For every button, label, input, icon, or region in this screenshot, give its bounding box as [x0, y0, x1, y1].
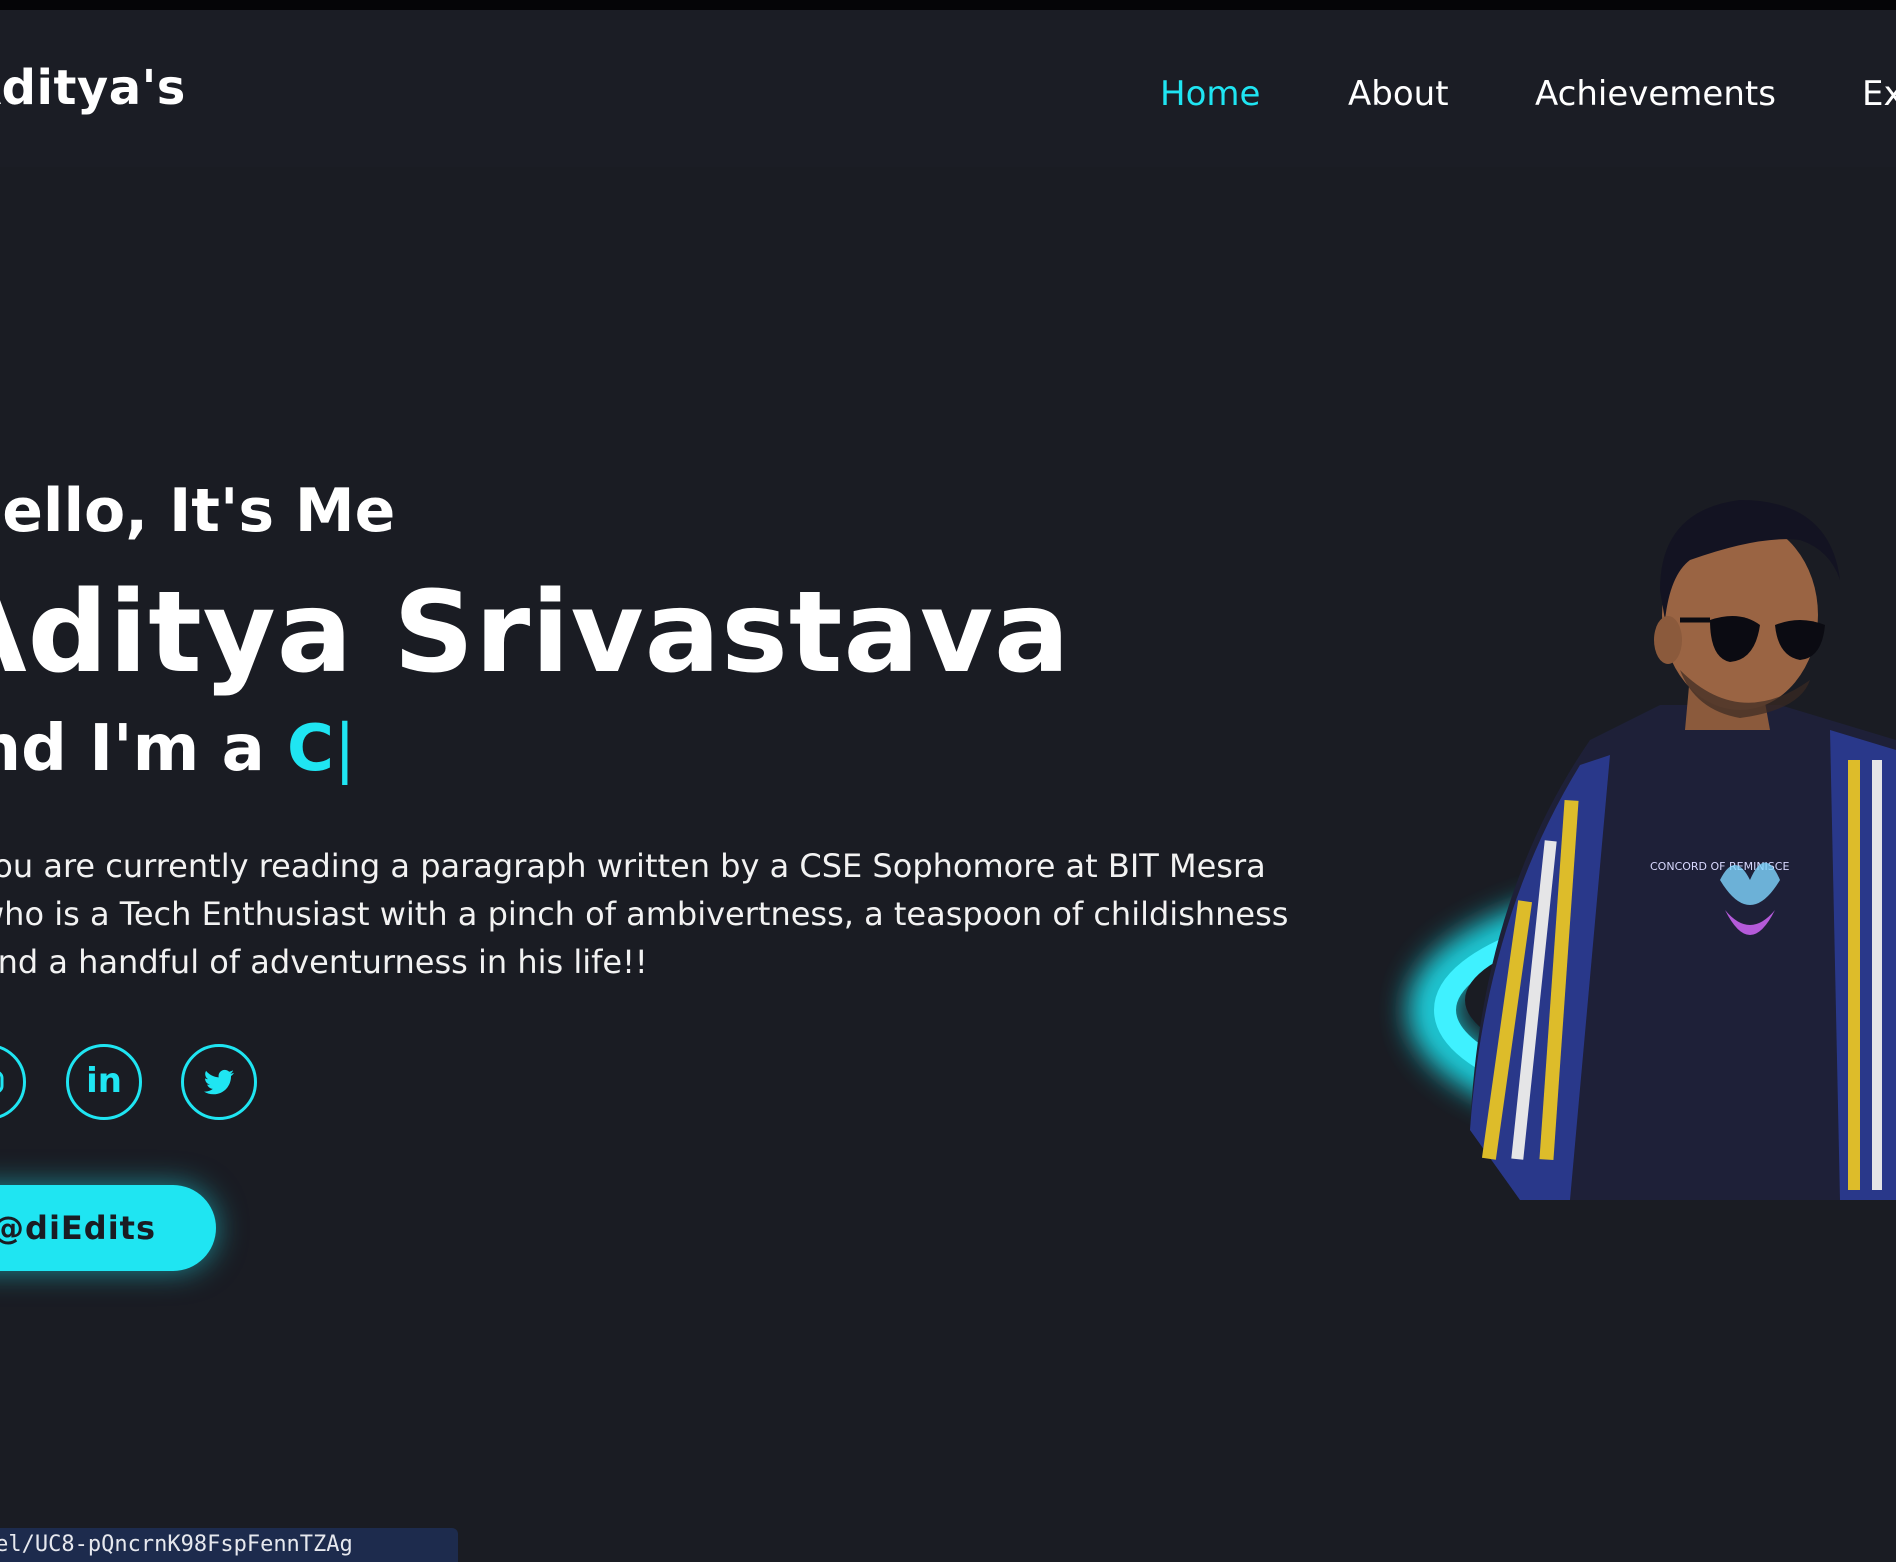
diedits-button[interactable]: @diEdits: [0, 1185, 216, 1271]
portfolio-page: Aditya's Home About Achievements Experie…: [0, 0, 1896, 1562]
hero-role: And I'm a C|: [0, 712, 356, 786]
hero-name: Aditya Srivastava: [0, 568, 1071, 698]
role-prefix: And I'm a: [0, 712, 265, 786]
status-bar-url: youtube.com/channel/UC8-pQncrnK98FspFenn…: [0, 1528, 458, 1562]
twitter-icon: [204, 1069, 234, 1095]
linkedin-link[interactable]: in: [66, 1044, 142, 1120]
bio-line: who is a Tech Enthusiast with a pinch of…: [0, 895, 1289, 933]
youtube-icon: [0, 1071, 4, 1093]
profile-portrait: CONCORD OF REMINISCE: [1408, 500, 1896, 1200]
bio-line: You are currently reading a paragraph wr…: [0, 847, 1266, 885]
youtube-link[interactable]: [0, 1044, 26, 1120]
linkedin-icon: in: [86, 1061, 122, 1101]
role-typed-text: C: [287, 712, 334, 786]
twitter-link[interactable]: [181, 1044, 257, 1120]
bio-line: and a handful of adventurness in his lif…: [0, 943, 648, 981]
hero-greeting: Hello, It's Me: [0, 476, 396, 546]
typing-cursor: |: [334, 712, 356, 786]
hero-bio: You are currently reading a paragraph wr…: [0, 842, 1289, 986]
